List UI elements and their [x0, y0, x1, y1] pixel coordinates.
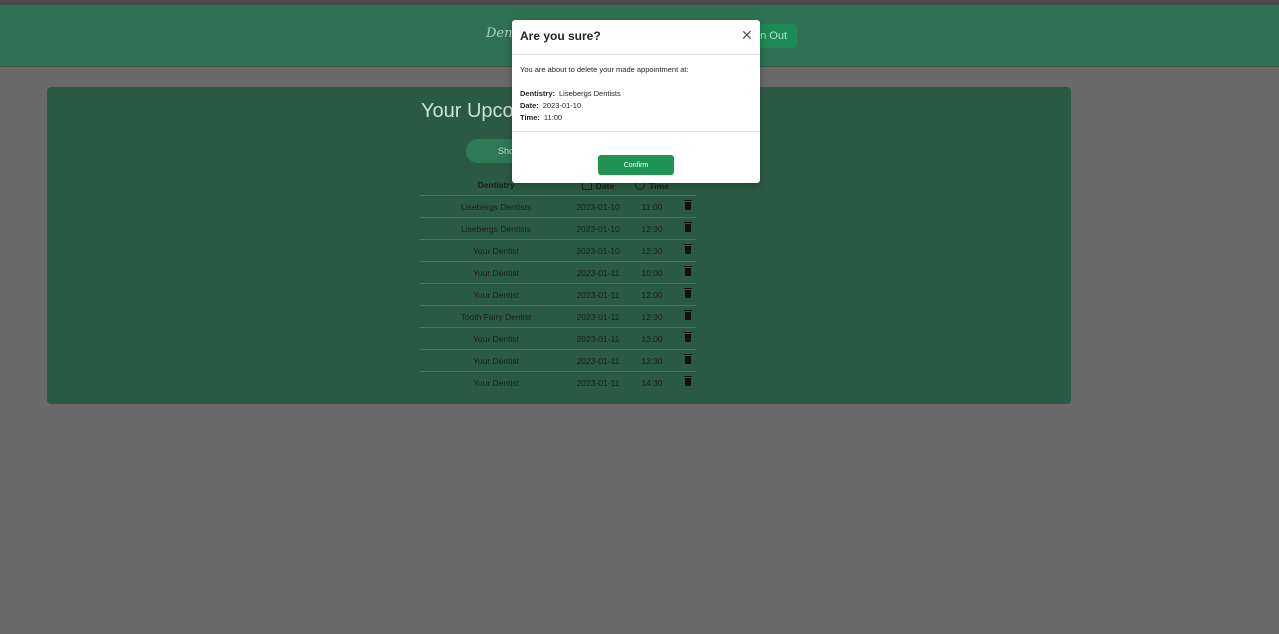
- cell-time: 13:30: [624, 349, 680, 372]
- time-label: Time:: [520, 113, 540, 122]
- modal-footer: Confirm: [512, 131, 760, 184]
- cell-time: 14:30: [624, 371, 680, 393]
- cell-dentistry: Your Dentist: [420, 349, 572, 372]
- cell-time: 13:00: [624, 327, 680, 350]
- cell-time: 12:30: [624, 239, 680, 262]
- confirm-button[interactable]: Confirm: [598, 155, 674, 175]
- table-row: Your Dentist 2023-01-11 12:00: [420, 283, 696, 306]
- delete-cell: [680, 239, 696, 262]
- modal-body: You are about to delete your made appoin…: [520, 64, 752, 124]
- time-value: 11:00: [543, 113, 563, 122]
- close-icon[interactable]: ✕: [741, 28, 753, 42]
- trash-icon[interactable]: [684, 375, 692, 386]
- cell-dentistry: Your Dentist: [420, 327, 572, 350]
- table-row: Lisebergs Dentists 2023-01-10 11:00: [420, 195, 696, 218]
- cell-date: 2023-01-11: [572, 327, 624, 350]
- cell-date: 2023-01-11: [572, 283, 624, 306]
- table-row: Your Dentist 2023-01-10 12:30: [420, 239, 696, 262]
- cell-time: 12:30: [624, 217, 680, 240]
- dentistry-value: Lisebergs Dentists: [559, 89, 621, 98]
- cell-dentistry: Lisebergs Dentists: [420, 217, 572, 240]
- page-title: Your Upco: [421, 100, 514, 122]
- date-label: Date:: [520, 101, 539, 110]
- trash-icon[interactable]: [684, 309, 692, 320]
- delete-cell: [680, 217, 696, 240]
- detail-time: Time: 11:00: [520, 112, 752, 124]
- appointments-table: Dentistry Date Time Lisebergs Dentists 2…: [420, 175, 696, 393]
- table-row: Your Dentist 2023-01-11 13:30: [420, 349, 696, 372]
- table-row: Your Dentist 2023-01-11 10:00: [420, 261, 696, 284]
- cell-dentistry: Your Dentist: [420, 261, 572, 284]
- delete-cell: [680, 327, 696, 350]
- modal-title: Are you sure?: [520, 29, 601, 43]
- cell-time: 12:00: [624, 283, 680, 306]
- delete-cell: [680, 349, 696, 372]
- delete-cell: [680, 283, 696, 306]
- trash-icon[interactable]: [684, 243, 692, 254]
- cell-dentistry: Lisebergs Dentists: [420, 195, 572, 218]
- cell-dentistry: Your Dentist: [420, 283, 572, 306]
- trash-icon[interactable]: [684, 265, 692, 276]
- cell-dentistry: Your Dentist: [420, 371, 572, 393]
- trash-icon[interactable]: [684, 331, 692, 342]
- trash-icon[interactable]: [684, 287, 692, 298]
- trash-icon[interactable]: [684, 221, 692, 232]
- delete-cell: [680, 261, 696, 284]
- cell-time: 11:00: [624, 195, 680, 218]
- cell-date: 2023-01-11: [572, 305, 624, 328]
- cell-dentistry: Tooth Fairy Dentist: [420, 305, 572, 328]
- delete-cell: [680, 195, 696, 218]
- cell-date: 2023-01-10: [572, 195, 624, 218]
- cell-date: 2023-01-11: [572, 349, 624, 372]
- detail-date: Date: 2023-01-10: [520, 100, 752, 112]
- table-row: Lisebergs Dentists 2023-01-10 12:30: [420, 217, 696, 240]
- table-row: Your Dentist 2023-01-11 13:00: [420, 327, 696, 350]
- cell-date: 2023-01-11: [572, 261, 624, 284]
- modal-header: Are you sure? ✕: [512, 20, 760, 55]
- cell-dentistry: Your Dentist: [420, 239, 572, 262]
- trash-icon[interactable]: [684, 353, 692, 364]
- detail-dentistry: Dentistry: Lisebergs Dentists: [520, 88, 752, 100]
- trash-icon[interactable]: [684, 199, 692, 210]
- table-row: Tooth Fairy Dentist 2023-01-11 12:30: [420, 305, 696, 328]
- cell-time: 10:00: [624, 261, 680, 284]
- date-value: 2023-01-10: [542, 101, 582, 110]
- table-row: Your Dentist 2023-01-11 14:30: [420, 371, 696, 393]
- cell-date: 2023-01-10: [572, 239, 624, 262]
- cell-date: 2023-01-11: [572, 371, 624, 393]
- cell-date: 2023-01-10: [572, 217, 624, 240]
- cell-time: 12:30: [624, 305, 680, 328]
- delete-cell: [680, 371, 696, 393]
- modal-message: You are about to delete your made appoin…: [520, 65, 689, 74]
- delete-cell: [680, 305, 696, 328]
- dentistry-label: Dentistry:: [520, 89, 556, 98]
- confirm-delete-modal: Are you sure? ✕ You are about to delete …: [512, 20, 760, 183]
